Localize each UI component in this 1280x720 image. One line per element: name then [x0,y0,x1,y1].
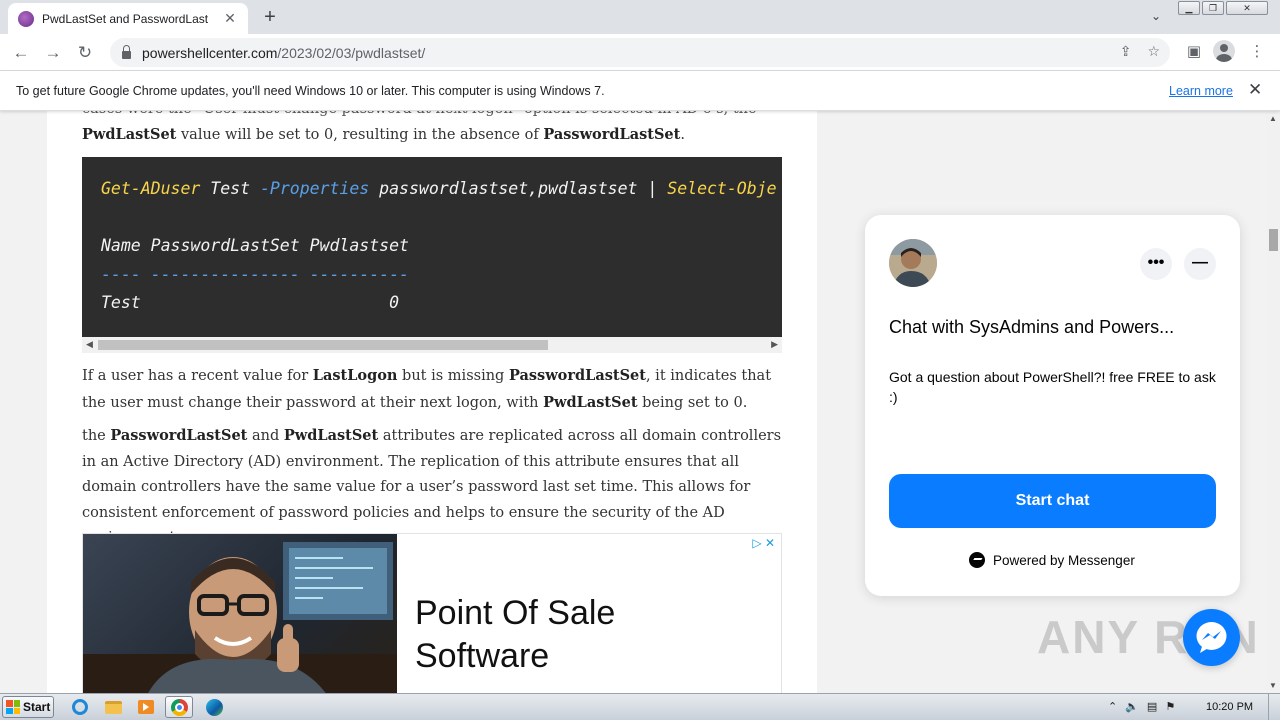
learn-more-link[interactable]: Learn more [1169,84,1233,98]
page-vertical-scrollbar[interactable]: ▲ ▼ [1266,111,1280,693]
tab-strip: PwdLastSet and PasswordLastSet ✕ + ⌄ ▁ ❐… [0,0,1280,34]
start-chat-button[interactable]: Start chat [889,474,1216,528]
minimize-button[interactable]: ▁ [1178,1,1200,15]
paragraph-pwdlastset-zero: PwdLastSet value will be set to 0, resul… [82,126,685,143]
code-scroll-thumb[interactable] [98,340,548,350]
windows-logo-icon [6,700,20,714]
edge-icon [205,698,223,716]
tray-expand-icon[interactable]: ⌃ [1108,700,1117,713]
taskbar-edge[interactable] [200,696,228,718]
taskbar-clock[interactable]: 10:20 PM [1206,701,1253,713]
messenger-icon [1196,622,1227,653]
show-desktop-button[interactable] [1268,694,1280,720]
internet-explorer-icon [72,699,88,715]
taskbar-media-player[interactable] [132,696,160,718]
volume-icon[interactable]: 🔈 [1125,700,1139,713]
powered-by-label: Powered by Messenger [993,552,1135,568]
reload-icon[interactable]: ↻ [72,40,98,66]
side-panel-icon[interactable]: ▣ [1182,40,1206,64]
forward-arrow-icon[interactable]: → [40,40,66,66]
new-tab-button[interactable]: + [258,6,282,28]
omnibox-actions: ⇪ ☆ [1120,43,1160,60]
chat-minimize-icon[interactable]: — [1184,248,1216,280]
close-infobar-icon[interactable]: ✕ [1248,80,1262,100]
ad-photo-illustration [83,542,397,693]
share-icon[interactable]: ⇪ [1120,43,1132,60]
messenger-chat-widget: ••• — Chat with SysAdmins and Powers... … [865,215,1240,596]
chat-avatar [889,239,937,287]
system-tray: ⌃ 🔈 ▤ ⚑ [1108,700,1175,713]
chat-more-options-icon[interactable]: ••• [1140,248,1172,280]
scroll-up-arrow-icon[interactable]: ▲ [1269,114,1277,123]
ad-headline[interactable]: Point Of Sale Software [415,592,615,678]
network-icon[interactable]: ▤ [1147,700,1157,713]
windows-taskbar: Start ⌃ 🔈 ▤ ⚑ 10:20 PM [0,693,1280,720]
menu-kebab-icon[interactable]: ⋮ [1245,40,1269,64]
scroll-left-arrow-icon[interactable]: ◀ [86,339,93,350]
term-passwordlastset: PasswordLastSet [543,126,681,143]
code-horizontal-scrollbar[interactable]: ◀ ▶ [82,337,782,353]
scroll-right-arrow-icon[interactable]: ▶ [771,339,778,350]
chat-description: Got a question about PowerShell?! free F… [889,369,1216,405]
address-bar[interactable]: powershellcenter.com/2023/02/03/pwdlasts… [110,38,1170,67]
taskbar-chrome[interactable] [165,696,193,718]
lock-icon[interactable] [122,44,131,59]
chrome-icon [170,698,188,716]
page-scroll-thumb[interactable] [1269,229,1278,251]
scroll-down-arrow-icon[interactable]: ▼ [1269,681,1277,690]
site-favicon-icon [18,10,34,27]
paragraph-lastlogon: If a user has a recent value for LastLog… [82,367,772,411]
code-output-row: Test 0 [101,293,400,312]
taskbar-internet-explorer[interactable] [66,696,94,718]
ad-photo[interactable] [83,534,397,693]
article-content: cases were the "User must change passwor… [47,111,817,693]
bookmark-star-icon[interactable]: ☆ [1147,43,1160,60]
code-output-header: Name PasswordLastSet Pwdlastset [101,236,409,255]
taskbar-explorer[interactable] [99,696,127,718]
restore-button[interactable]: ❐ [1202,1,1224,15]
code-command-line: Get-ADuser Test -Properties passwordlast… [101,179,777,198]
tab-search-chevron-icon[interactable]: ⌄ [1151,9,1161,23]
action-center-flag-icon[interactable]: ⚑ [1165,700,1175,713]
profile-avatar-icon [1213,40,1235,62]
code-output-underline: ---- --------------- ---------- [101,265,409,284]
browser-toolbar: ← → ↻ powershellcenter.com/2023/02/03/pw… [0,34,1280,71]
start-button[interactable]: Start [2,696,54,718]
partially-hidden-text: cases were the "User must change passwor… [82,111,782,123]
powered-by-messenger: Powered by Messenger [969,552,1135,568]
adchoices-icon[interactable]: ▷ ✕ [752,536,775,550]
media-player-icon [138,700,154,714]
messenger-logo-icon [969,552,985,568]
avatar-image [889,239,937,287]
url-text: powershellcenter.com/2023/02/03/pwdlasts… [142,44,426,61]
messenger-launcher-button[interactable] [1183,609,1240,666]
advertisement[interactable]: Point Of Sale Software ▷ ✕ [82,533,782,693]
browser-tab[interactable]: PwdLastSet and PasswordLastSet ✕ [8,3,248,34]
infobar-message: To get future Google Chrome updates, you… [16,84,605,98]
window-controls: ▁ ❐ ✕ [1178,1,1268,15]
code-block[interactable]: Get-ADuser Test -Properties passwordlast… [82,157,782,339]
back-arrow-icon[interactable]: ← [8,40,34,66]
update-infobar: To get future Google Chrome updates, you… [0,71,1280,111]
folder-icon [104,700,122,714]
close-window-button[interactable]: ✕ [1226,1,1268,15]
tab-title: PwdLastSet and PasswordLastSet [42,11,208,26]
profile-button[interactable] [1213,40,1237,64]
close-tab-icon[interactable]: ✕ [222,10,238,27]
chat-title: Chat with SysAdmins and Powers... [889,317,1175,337]
term-pwdlastset: PwdLastSet [82,126,177,143]
